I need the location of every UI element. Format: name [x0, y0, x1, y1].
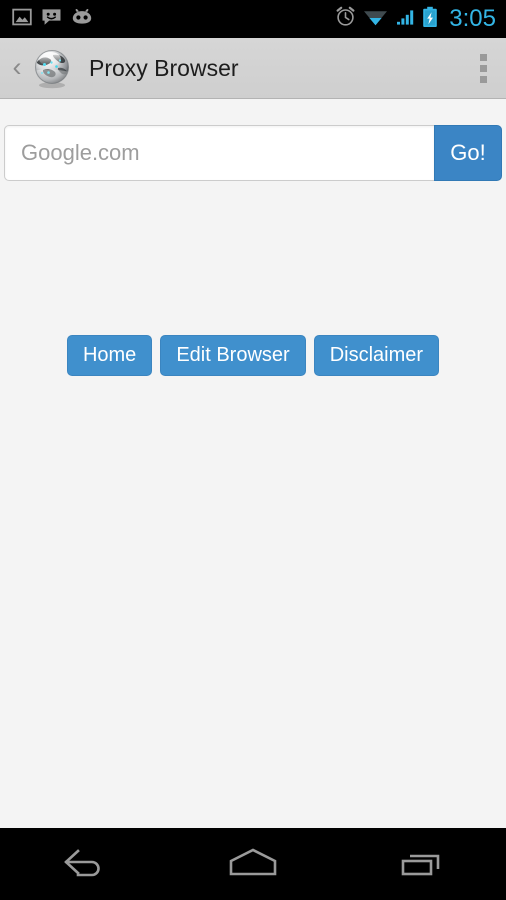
page-title: Proxy Browser [89, 55, 239, 81]
home-pentagon-icon [223, 845, 283, 884]
globe-icon [30, 46, 74, 90]
up-navigation-chevron-icon[interactable]: ‹ [6, 53, 28, 83]
overflow-menu-button[interactable] [460, 38, 506, 99]
back-arrow-icon [56, 845, 112, 884]
signal-icon [395, 7, 415, 32]
go-button[interactable]: Go! [434, 125, 502, 181]
chat-icon [41, 7, 62, 32]
notification-icons [12, 7, 93, 32]
battery-charging-icon [422, 6, 438, 33]
nav-button-group: Home Edit Browser Disclaimer [0, 335, 506, 376]
edit-browser-button[interactable]: Edit Browser [160, 335, 306, 376]
alarm-icon [335, 6, 356, 32]
back-nav-button[interactable] [0, 828, 169, 900]
home-nav-button[interactable] [169, 828, 338, 900]
image-icon [12, 7, 32, 32]
home-button[interactable]: Home [66, 335, 153, 376]
android-phone-screen: 3:05 ‹ Proxy Browser Google.com Go! Home… [0, 0, 506, 900]
url-input[interactable] [4, 125, 434, 181]
url-bar: Go! [4, 125, 502, 181]
overflow-dot [479, 75, 487, 83]
recents-nav-button[interactable] [337, 828, 506, 900]
cyanogenmod-icon [71, 7, 93, 32]
webview-content: Go! Home Edit Browser Disclaimer [0, 99, 506, 828]
wifi-icon [363, 7, 388, 32]
overflow-dot [479, 53, 487, 61]
recent-apps-icon [394, 845, 450, 884]
overflow-dot [479, 64, 487, 72]
disclaimer-button[interactable]: Disclaimer [313, 335, 440, 376]
system-navigation-bar [0, 828, 506, 900]
status-bar: 3:05 [0, 0, 506, 38]
system-status-icons: 3:05 [335, 6, 496, 33]
status-bar-clock: 3:05 [449, 5, 496, 32]
action-bar: ‹ Proxy Browser [0, 38, 506, 99]
